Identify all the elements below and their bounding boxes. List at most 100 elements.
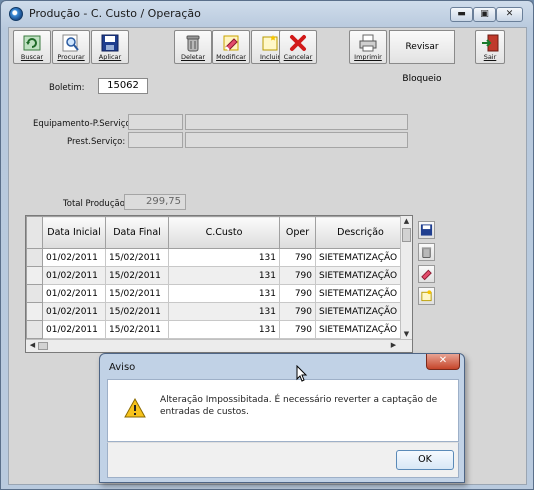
sair-label: Sair (483, 53, 497, 61)
cell-oper[interactable]: 790 (279, 320, 316, 339)
trash-can-icon (421, 247, 432, 259)
printer-icon (359, 34, 377, 52)
data-grid[interactable]: Data Inicial Data Final C.Custo Oper Des… (25, 215, 413, 353)
refresh-icon (23, 35, 41, 51)
window-title: Produção - C. Custo / Operação (29, 7, 201, 20)
exit-door-icon (482, 34, 499, 52)
cell-data-inicial[interactable]: 01/02/2011 (42, 284, 106, 303)
cell-data-inicial[interactable]: 01/02/2011 (42, 302, 106, 321)
cell-oper[interactable]: 790 (279, 266, 316, 285)
scroll-up-arrow-icon[interactable]: ▲ (401, 216, 412, 227)
row-indicator[interactable] (26, 320, 43, 339)
grid-edit-button[interactable] (418, 265, 435, 283)
imprimir-label: Imprimir (354, 53, 382, 61)
grid-header-row: Data Inicial Data Final C.Custo Oper Des… (26, 216, 406, 249)
prest-servico-code-field[interactable] (128, 132, 183, 148)
cell-oper[interactable]: 790 (279, 248, 316, 267)
cell-descricao[interactable]: SIETEMATIZAÇÃO (315, 284, 406, 303)
horizontal-scroll-thumb[interactable] (38, 342, 48, 350)
sair-button[interactable]: Sair (475, 30, 505, 64)
grid-delete-button[interactable] (418, 243, 435, 261)
vertical-scroll-thumb[interactable] (402, 228, 411, 242)
column-header-c-custo[interactable]: C.Custo (168, 216, 280, 249)
equipamento-code-field[interactable] (128, 114, 183, 130)
deletar-label: Deletar (180, 53, 205, 61)
cancelar-button[interactable]: Cancelar (279, 30, 317, 64)
cell-c-custo[interactable]: 131 (168, 266, 280, 285)
cell-c-custo[interactable]: 131 (168, 302, 280, 321)
scroll-left-arrow-icon[interactable]: ◀ (27, 341, 38, 349)
eraser-icon (223, 35, 239, 51)
table-row[interactable]: 01/02/2011 15/02/2011 131 790 SIETEMATIZ… (26, 302, 406, 321)
total-producao-field: 299,75 (124, 194, 186, 210)
cell-descricao[interactable]: SIETEMATIZAÇÃO (315, 248, 406, 267)
dialog-footer: OK (107, 442, 459, 478)
grid-insert-button[interactable] (418, 287, 435, 305)
procurar-button[interactable]: Procurar (52, 30, 90, 64)
dialog-body: Alteração Impossibitada. É necessário re… (107, 379, 459, 442)
cell-data-final[interactable]: 15/02/2011 (105, 266, 169, 285)
row-indicator[interactable] (26, 266, 43, 285)
grid-vertical-scrollbar[interactable]: ▲ ▼ (400, 216, 412, 340)
cell-oper[interactable]: 790 (279, 302, 316, 321)
minimize-button[interactable]: ▬ (450, 7, 473, 22)
cancelar-label: Cancelar (283, 53, 313, 61)
grid-table: Data Inicial Data Final C.Custo Oper Des… (26, 216, 406, 339)
modificar-button[interactable]: Modificar (212, 30, 250, 64)
title-bar[interactable]: Produção - C. Custo / Operação ▬ ▣ ✕ (1, 1, 533, 27)
cell-data-inicial[interactable]: 01/02/2011 (42, 248, 106, 267)
cell-descricao[interactable]: SIETEMATIZAÇÃO (315, 320, 406, 339)
column-header-data-inicial[interactable]: Data Inicial (42, 216, 106, 249)
buscar-button[interactable]: Buscar (13, 30, 51, 64)
cell-descricao[interactable]: SIETEMATIZAÇÃO (315, 266, 406, 285)
column-header-descricao[interactable]: Descrição (315, 216, 406, 249)
cell-c-custo[interactable]: 131 (168, 248, 280, 267)
cell-data-inicial[interactable]: 01/02/2011 (42, 320, 106, 339)
grid-save-button[interactable] (418, 221, 435, 239)
table-row[interactable]: 01/02/2011 15/02/2011 131 790 SIETEMATIZ… (26, 320, 406, 339)
column-header-oper[interactable]: Oper (279, 216, 316, 249)
column-header-data-final[interactable]: Data Final (105, 216, 169, 249)
equipamento-desc-field[interactable] (185, 114, 408, 130)
grid-horizontal-scrollbar[interactable]: ◀ ▶ (26, 339, 412, 352)
equipamento-label: Equipamento-P.Serviço: (33, 119, 134, 129)
prest-servico-label: Prest.Serviço: (67, 137, 126, 147)
close-window-button[interactable]: ✕ (496, 7, 523, 22)
row-indicator[interactable] (26, 248, 43, 267)
row-indicator-header (26, 216, 43, 249)
boletim-label: Boletim: (49, 83, 85, 93)
cell-data-final[interactable]: 15/02/2011 (105, 320, 169, 339)
trash-can-icon (186, 35, 200, 52)
table-row[interactable]: 01/02/2011 15/02/2011 131 790 SIETEMATIZ… (26, 266, 406, 285)
aplicar-button[interactable]: Aplicar (91, 30, 129, 64)
dialog-close-button[interactable]: ✕ (426, 354, 460, 370)
modificar-label: Modificar (216, 53, 246, 61)
app-icon (9, 7, 23, 21)
new-document-icon (262, 35, 278, 51)
cell-data-inicial[interactable]: 01/02/2011 (42, 266, 106, 285)
total-producao-label: Total Produção: (63, 199, 128, 209)
cell-data-final[interactable]: 15/02/2011 (105, 284, 169, 303)
row-indicator[interactable] (26, 302, 43, 321)
cell-data-final[interactable]: 15/02/2011 (105, 302, 169, 321)
boletim-field[interactable]: 15062 (98, 78, 148, 94)
new-document-icon (421, 290, 432, 302)
revisar-bloqueio-button[interactable]: Revisar Bloqueio (389, 30, 455, 84)
imprimir-button[interactable]: Imprimir (349, 30, 387, 64)
cell-c-custo[interactable]: 131 (168, 284, 280, 303)
aplicar-label: Aplicar (98, 53, 122, 61)
maximize-button[interactable]: ▣ (473, 7, 496, 22)
prest-servico-desc-field[interactable] (185, 132, 408, 148)
cell-descricao[interactable]: SIETEMATIZAÇÃO (315, 302, 406, 321)
table-row[interactable]: 01/02/2011 15/02/2011 131 790 SIETEMATIZ… (26, 284, 406, 303)
ok-button[interactable]: OK (396, 450, 454, 470)
cell-oper[interactable]: 790 (279, 284, 316, 303)
row-indicator[interactable] (26, 284, 43, 303)
cell-data-final[interactable]: 15/02/2011 (105, 248, 169, 267)
cell-c-custo[interactable]: 131 (168, 320, 280, 339)
scroll-right-arrow-icon[interactable]: ▶ (388, 341, 399, 349)
deletar-button[interactable]: Deletar (174, 30, 212, 64)
warning-icon (124, 398, 146, 418)
table-row[interactable]: 01/02/2011 15/02/2011 131 790 SIETEMATIZ… (26, 248, 406, 267)
buscar-label: Buscar (20, 53, 44, 61)
